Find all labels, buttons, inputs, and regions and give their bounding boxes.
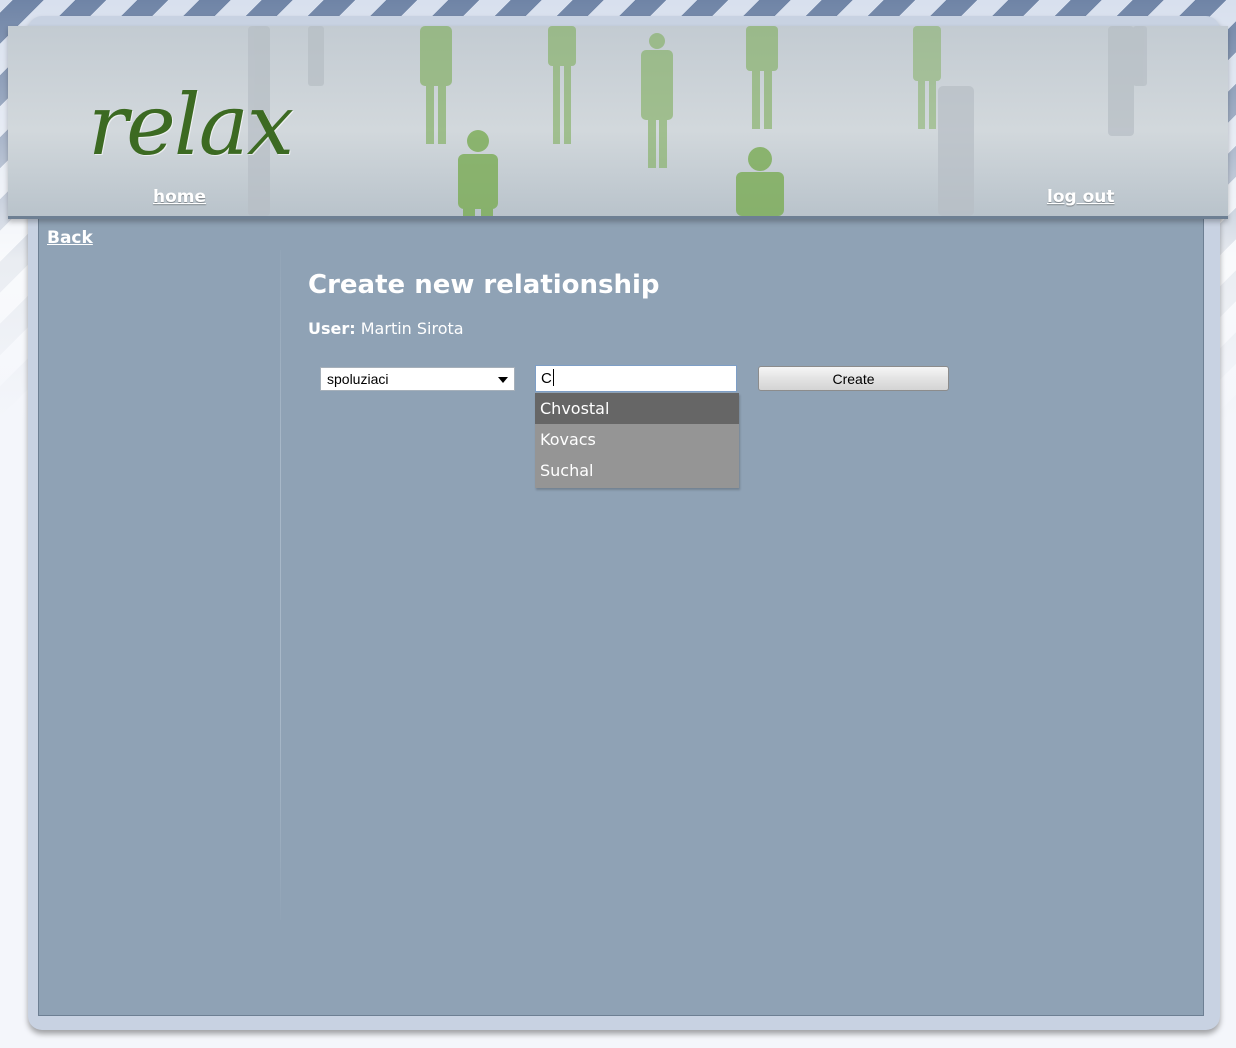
user-info: User: Martin Sirota [308,319,464,338]
figure-icon [913,26,941,129]
autocomplete-option[interactable]: Chvostal [535,393,739,424]
figure-icon [641,33,673,168]
header-banner: relax home log out [8,26,1228,219]
figure-icon [746,26,778,129]
relationship-type-value: spoluziaci [327,371,389,387]
figure-shadow-icon [1133,26,1147,86]
home-link[interactable]: home [153,187,206,207]
autocomplete-dropdown: Chvostal Kovacs Suchal [535,393,739,488]
sidebar-divider [280,250,281,920]
figure-shadow-icon [308,26,324,86]
relax-logo: relax [88,76,294,174]
autocomplete-option[interactable]: Suchal [535,455,739,486]
autocomplete-option[interactable]: Kovacs [535,424,739,455]
back-link[interactable]: Back [47,228,93,248]
person-name-value: C [541,370,552,387]
relationship-type-select[interactable]: spoluziaci [320,367,515,391]
page-title: Create new relationship [308,270,660,300]
figure-shadow-icon [1108,26,1134,136]
figure-icon [736,147,784,216]
figure-icon [458,130,498,216]
logout-link[interactable]: log out [1047,187,1115,207]
create-button[interactable]: Create [758,366,949,391]
text-caret [552,369,554,386]
chevron-down-icon [498,377,508,383]
figure-icon [420,26,452,144]
user-label: User: [308,319,356,338]
person-name-input[interactable]: C [535,365,737,392]
figure-shadow-icon [938,86,974,216]
figure-icon [548,26,576,144]
user-name: Martin Sirota [360,319,464,338]
